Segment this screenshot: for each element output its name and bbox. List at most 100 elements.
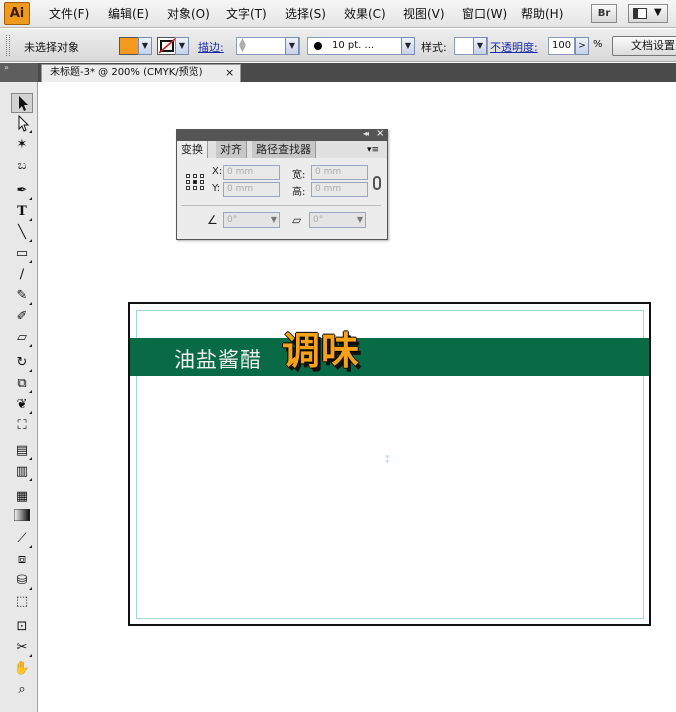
chevron-down-icon[interactable]: ▼ — [357, 213, 363, 227]
reference-point-icon[interactable] — [186, 174, 206, 192]
document-tab-title: 未标题-3* @ 200% (CMYK/预览) — [50, 67, 203, 78]
app-logo: Ai — [4, 2, 30, 25]
constrain-proportions-link-icon[interactable] — [373, 176, 381, 190]
menu-bar: Ai 文件(F) 编辑(E) 对象(O) 文字(T) 选择(S) 效果(C) 视… — [0, 0, 676, 28]
close-icon[interactable]: × — [225, 65, 234, 81]
rotate-angle-value: 0° — [227, 215, 238, 225]
no-stroke-icon — [158, 38, 176, 54]
rotate-angle-input[interactable]: 0° ▼ — [223, 212, 280, 228]
menu-type[interactable]: 文字(T) — [226, 5, 267, 22]
brand-title-text[interactable]: 调味 — [282, 320, 360, 375]
bridge-button[interactable]: Br — [591, 4, 617, 23]
live-paint-selection-tool-icon[interactable]: ⬚ — [11, 592, 33, 612]
selection-tool-icon[interactable] — [11, 93, 33, 113]
menu-select[interactable]: 选择(S) — [285, 5, 326, 22]
tab-transform[interactable]: 变换 — [177, 141, 208, 158]
stroke-weight-label[interactable]: 描边: — [198, 39, 224, 55]
zoom-tool-icon[interactable]: ⌕ — [11, 680, 33, 700]
eraser-tool-icon[interactable]: ▱ — [11, 328, 33, 348]
control-bar: 未选择对象 ▼ ▼ 描边: ▲ ▼ ▼ 10 pt. ... ▼ 样式: ▼ 不透… — [0, 29, 676, 62]
opacity-unit: % — [593, 39, 603, 50]
workspace-switcher-button[interactable]: ▼ — [628, 4, 668, 23]
menu-help[interactable]: 帮助(H) — [521, 5, 563, 22]
menu-edit[interactable]: 编辑(E) — [108, 5, 149, 22]
direct-selection-tool-icon[interactable] — [11, 114, 33, 134]
shear-angle-input[interactable]: 0° ▼ — [309, 212, 366, 228]
eyedropper-tool-icon[interactable]: ⟋ — [11, 529, 33, 549]
menu-view[interactable]: 视图(V) — [403, 5, 445, 22]
free-transform-tool-icon[interactable]: ⛶ — [11, 416, 33, 436]
opacity-slider-button[interactable]: > — [575, 37, 589, 55]
line-tool-icon[interactable]: ╲ — [11, 223, 33, 243]
chevron-down-icon[interactable]: ▼ — [271, 213, 277, 227]
shear-angle-icon: ▱ — [292, 213, 302, 227]
brush-definition-select[interactable]: 10 pt. ... — [307, 37, 415, 55]
hand-tool-icon[interactable]: ✋ — [11, 659, 33, 679]
symbol-sprayer-tool-icon[interactable]: ▤ — [11, 441, 33, 461]
scale-tool-icon[interactable]: ⧉ — [11, 374, 33, 394]
toolbox-collapse-button[interactable]: » — [0, 63, 38, 82]
panel-titlebar[interactable]: ◂◂ × — [177, 128, 387, 141]
shear-angle-value: 0° — [313, 215, 324, 225]
live-paint-bucket-tool-icon[interactable]: ⛁ — [11, 571, 33, 591]
fill-dropdown-button[interactable]: ▼ — [138, 37, 152, 55]
panel-menu-icon[interactable]: ▾≡ — [367, 145, 379, 155]
menu-effect[interactable]: 效果(C) — [344, 5, 386, 22]
brush-dot-icon — [314, 42, 322, 50]
selection-status: 未选择对象 — [24, 41, 79, 54]
menu-window[interactable]: 窗口(W) — [462, 5, 507, 22]
menu-file[interactable]: 文件(F) — [49, 5, 89, 22]
paintbrush-tool-icon[interactable]: ∕ — [11, 265, 33, 285]
tab-pathfinder[interactable]: 路径查找器 — [252, 141, 316, 158]
pencil-tool-icon[interactable]: ✎ — [11, 286, 33, 306]
brush-size-value: 10 pt. ... — [332, 40, 375, 51]
artboard[interactable]: 油盐酱醋 调味 ⁑ — [128, 302, 651, 626]
height-label: 高: — [292, 187, 306, 198]
height-input[interactable]: 0 mm — [311, 182, 368, 197]
rectangle-tool-icon[interactable]: ▭ — [11, 244, 33, 264]
opacity-input[interactable]: 100 — [548, 37, 575, 55]
blob-brush-tool-icon[interactable]: ✐ — [11, 307, 33, 327]
blend-tool-icon[interactable]: ⧈ — [11, 550, 33, 570]
spinner-arrows-icon[interactable]: ▲ ▼ — [239, 38, 246, 54]
rotate-tool-icon[interactable]: ↻ — [11, 353, 33, 373]
graphic-style-label: 样式: — [421, 41, 447, 54]
stroke-color-swatch[interactable] — [157, 37, 177, 55]
tab-align[interactable]: 对齐 — [216, 141, 247, 158]
fill-color-swatch[interactable] — [119, 37, 139, 55]
workspace-icon — [633, 8, 647, 19]
opacity-label[interactable]: 不透明度: — [490, 39, 538, 55]
width-label: 宽: — [292, 170, 306, 181]
document-setup-button[interactable]: 文档设置 — [612, 36, 676, 56]
width-input[interactable]: 0 mm — [311, 165, 368, 180]
close-panel-icon[interactable]: × — [376, 128, 384, 139]
banner-text[interactable]: 油盐酱醋 — [174, 344, 262, 374]
type-tool-icon[interactable]: T — [11, 202, 33, 222]
mesh-tool-icon[interactable]: ▦ — [11, 487, 33, 507]
y-label: Y: — [212, 183, 221, 194]
control-bar-grip[interactable] — [6, 35, 10, 56]
transform-panel-body: X: 0 mm Y: 0 mm 宽: 0 mm 高: 0 mm ∠ 0° ▼ ▱… — [177, 158, 387, 239]
transform-panel: ◂◂ × 变换 对齐 路径查找器 ▾≡ X: 0 mm Y: 0 mm 宽: 0… — [176, 128, 388, 240]
warp-tool-icon[interactable]: ❦ — [11, 395, 33, 415]
document-tab-row: » 未标题-3* @ 200% (CMYK/预览) × — [0, 63, 676, 82]
stroke-weight-dropdown-button[interactable]: ▼ — [285, 37, 299, 55]
lasso-tool-icon[interactable]: ಬ — [11, 156, 33, 176]
toolbox: ✶ ಬ ✒ T ╲ ▭ ∕ ✎ ✐ ▱ ↻ ⧉ ❦ ⛶ ▤ ▥ ▦ ⟋ ⧈ ⛁ … — [0, 82, 38, 712]
gradient-tool-icon[interactable] — [11, 508, 33, 528]
magic-wand-tool-icon[interactable]: ✶ — [11, 135, 33, 155]
brush-dropdown-button[interactable]: ▼ — [401, 37, 415, 55]
document-tab[interactable]: 未标题-3* @ 200% (CMYK/预览) × — [41, 64, 241, 82]
pen-tool-icon[interactable]: ✒ — [11, 181, 33, 201]
column-graph-tool-icon[interactable]: ▥ — [11, 462, 33, 482]
graphic-style-dropdown-button[interactable]: ▼ — [473, 37, 487, 55]
y-input[interactable]: 0 mm — [223, 182, 280, 197]
artboard-center-mark: ⁑ — [385, 456, 390, 466]
menu-object[interactable]: 对象(O) — [167, 5, 210, 22]
x-input[interactable]: 0 mm — [223, 165, 280, 180]
chevron-down-icon: ▼ — [654, 7, 662, 18]
artboard-tool-icon[interactable]: ⊡ — [11, 617, 33, 637]
stroke-dropdown-button[interactable]: ▼ — [175, 37, 189, 55]
slice-tool-icon[interactable]: ✂ — [11, 638, 33, 658]
collapse-panel-icon[interactable]: ◂◂ — [363, 129, 369, 138]
